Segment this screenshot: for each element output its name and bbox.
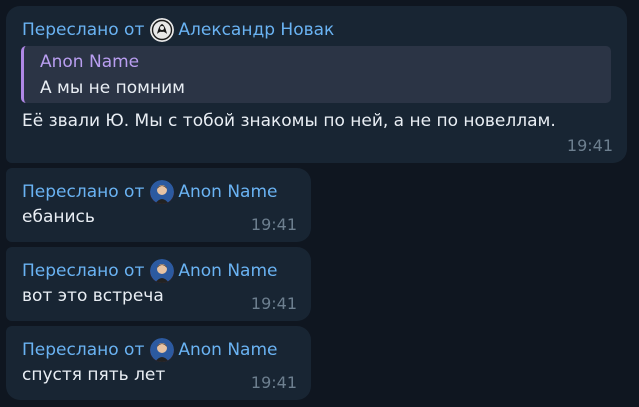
forwarded-label: Переслано от: [22, 340, 145, 360]
avatar-emblem-icon: [150, 18, 175, 42]
forwarded-from-link[interactable]: Александр Новак: [178, 20, 334, 40]
forwarded-from-link[interactable]: Anon Name: [178, 261, 277, 281]
message-bubble[interactable]: Переслано от Anon Name вот это встреча 1…: [6, 247, 311, 321]
reply-text: А мы не помним: [40, 78, 185, 98]
message-time: 19:41: [250, 215, 297, 234]
forwarded-header[interactable]: Переслано от Anon Name: [22, 180, 278, 204]
avatar[interactable]: [150, 338, 175, 362]
message-time: 19:41: [250, 294, 297, 313]
forwarded-from-link[interactable]: Anon Name: [178, 182, 277, 202]
message-text: Её звали Ю. Мы с тобой знакомы по ней, а…: [22, 111, 556, 131]
message-bubble[interactable]: Переслано от Anon Name ебанись 19:41: [6, 168, 311, 242]
reply-author: Anon Name: [40, 52, 140, 72]
message-time: 19:41: [566, 136, 613, 155]
forwarded-label: Переслано от: [22, 261, 145, 281]
forwarded-label: Переслано от: [22, 20, 145, 40]
forwarded-from-link[interactable]: Anon Name: [178, 340, 277, 360]
message-text: спустя пять лет: [22, 365, 166, 385]
avatar[interactable]: [150, 259, 175, 283]
forwarded-header[interactable]: Переслано от Anon Name: [22, 338, 278, 362]
reply-quote[interactable]: Anon Name А мы не помним: [21, 46, 611, 103]
avatar-portrait-icon: [150, 259, 175, 283]
forwarded-header[interactable]: Переслано от Александр Новак: [22, 18, 334, 42]
avatar[interactable]: [150, 18, 175, 42]
message-bubble[interactable]: Переслано от Александр Новак Anon Name А…: [6, 6, 627, 163]
avatar[interactable]: [150, 180, 175, 204]
forwarded-header[interactable]: Переслано от Anon Name: [22, 259, 278, 283]
forwarded-label: Переслано от: [22, 182, 145, 202]
message-time: 19:41: [250, 373, 297, 392]
avatar-portrait-icon: [150, 180, 175, 204]
chat-history: Переслано от Александр Новак Anon Name А…: [0, 0, 639, 407]
message-text: вот это встреча: [22, 286, 164, 306]
message-bubble[interactable]: Переслано от Anon Name спустя пять лет 1…: [6, 326, 311, 400]
avatar-portrait-icon: [150, 338, 175, 362]
message-text: ебанись: [22, 207, 95, 227]
